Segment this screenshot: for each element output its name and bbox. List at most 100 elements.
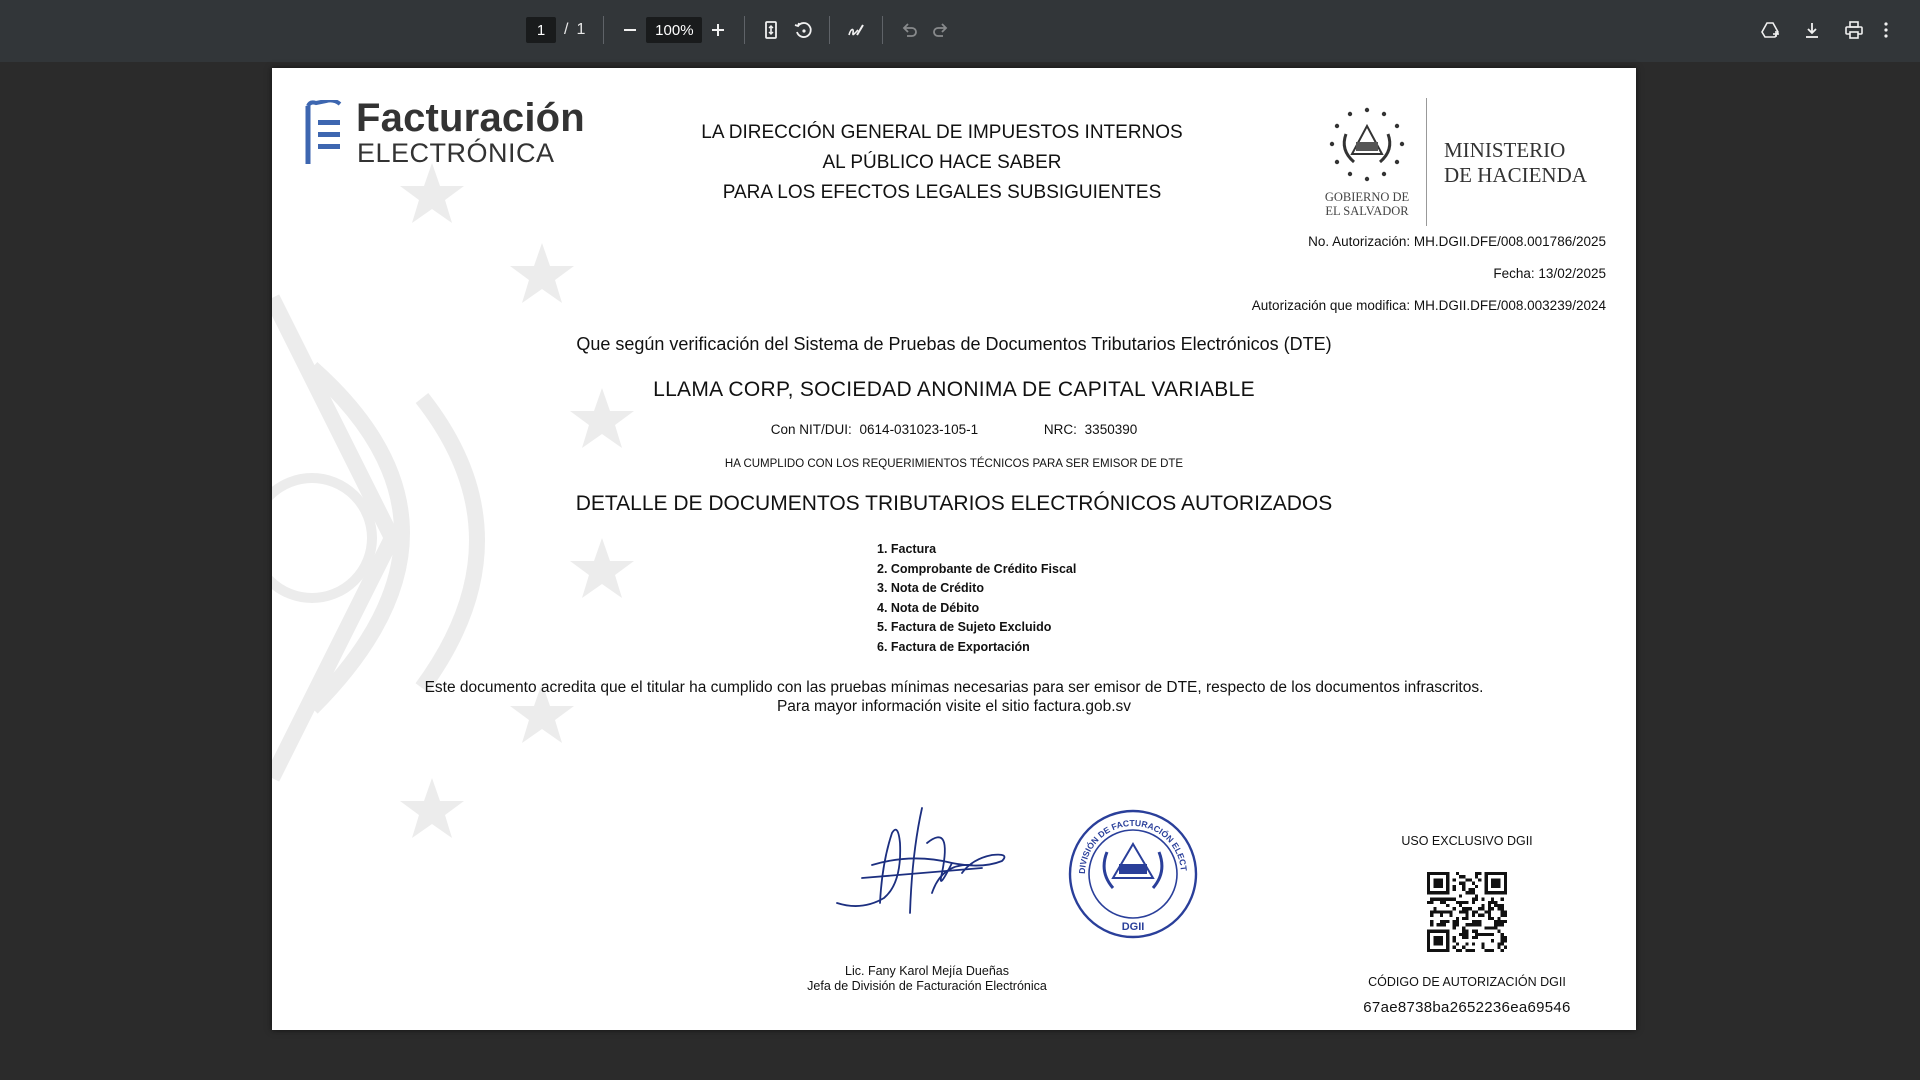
qr-module (1500, 904, 1504, 908)
qr-module (1462, 929, 1466, 933)
save-to-drive-button[interactable] (1754, 15, 1786, 45)
qr-module (1449, 910, 1453, 914)
qr-module (1497, 916, 1501, 920)
qr-module (1452, 884, 1456, 888)
qr-module (1471, 936, 1475, 940)
qr-module (1500, 913, 1504, 917)
toolbar-divider (603, 16, 605, 44)
nit-value: 0614-031023-105-1 (859, 422, 979, 437)
qr-module (1468, 923, 1472, 927)
qr-module (1484, 910, 1488, 914)
redo-button[interactable] (925, 15, 957, 45)
qr-module (1446, 904, 1450, 908)
fit-page-button[interactable] (755, 15, 787, 45)
qr-module (1430, 910, 1434, 914)
qr-module (1497, 904, 1501, 908)
stamp-label: DGII (1122, 921, 1145, 933)
annotate-button[interactable] (840, 15, 872, 45)
qr-module (1487, 948, 1491, 952)
qr-module (1475, 910, 1479, 914)
qr-module (1497, 923, 1501, 927)
qr-module (1471, 920, 1475, 924)
qr-module (1478, 920, 1482, 924)
qr-module (1487, 913, 1491, 917)
qr-module (1439, 920, 1443, 924)
qr-module (1478, 907, 1482, 911)
zoom-level-input[interactable]: 100% (646, 17, 703, 43)
qr-module (1465, 900, 1469, 904)
qr-module (1500, 942, 1504, 946)
qr-module (1491, 926, 1495, 930)
qr-module (1455, 942, 1459, 946)
qr-module (1475, 932, 1479, 936)
qr-module (1430, 897, 1434, 901)
total-pages: 1 (576, 21, 586, 38)
draw-icon (848, 24, 865, 36)
authorization-date: Fecha: 13/02/2025 (1493, 266, 1606, 281)
qr-module (1459, 910, 1463, 914)
ministerio-hacienda: MINISTERIO DE HACIENDA (1444, 138, 1587, 188)
qr-module (1497, 945, 1501, 949)
qr-module (1430, 913, 1434, 917)
qr-module (1491, 897, 1495, 901)
verification-text: Que según verificación del Sistema de Pr… (576, 334, 1332, 354)
undo-button[interactable] (893, 15, 925, 45)
qr-module (1439, 913, 1443, 917)
header-line: AL PÚBLICO HACE SABER (822, 152, 1062, 173)
qr-module (1497, 942, 1501, 946)
header-line: PARA LOS EFECTOS LEGALES SUBSIGUIENTES (722, 182, 1162, 203)
qr-module (1500, 897, 1504, 901)
disclaimer: Este documento acredita que el titular h… (272, 678, 1636, 716)
qr-module (1430, 920, 1434, 924)
qr-module (1481, 942, 1485, 946)
rotate-button[interactable] (787, 15, 819, 45)
authorization-number: No. Autorización: MH.DGII.DFE/008.001786… (1308, 234, 1606, 249)
qr-module (1468, 888, 1472, 892)
logo-title: Facturación (356, 96, 585, 140)
qr-module (1443, 923, 1447, 927)
download-button[interactable] (1796, 15, 1828, 45)
qr-module (1497, 929, 1501, 933)
logo-mark-icon (305, 100, 342, 164)
qr-module (1475, 872, 1479, 876)
qr-module (1430, 900, 1434, 904)
qr-module (1462, 936, 1466, 940)
current-page-input[interactable]: 1 (526, 17, 556, 43)
qr-finder-module (1433, 936, 1443, 946)
qr-module (1503, 945, 1507, 949)
qr-finder-module (1433, 878, 1443, 888)
qr-module (1462, 932, 1466, 936)
qr-module (1503, 939, 1507, 943)
toolbar-divider (882, 16, 884, 44)
auth-code-label: CÓDIGO DE AUTORIZACIÓN DGII (1368, 975, 1566, 989)
company-name: LLAMA CORP, SOCIEDAD ANONIMA DE CAPITAL … (653, 378, 1255, 401)
more-options-button[interactable] (1876, 15, 1896, 45)
qr-module (1494, 926, 1498, 930)
qr-module (1430, 923, 1434, 927)
qr-module (1487, 907, 1491, 911)
qr-module (1478, 913, 1482, 917)
qr-module (1475, 920, 1479, 924)
qr-module (1471, 923, 1475, 927)
qr-module (1500, 910, 1504, 914)
qr-module (1500, 948, 1504, 952)
qr-module (1459, 948, 1463, 952)
qr-module (1487, 910, 1491, 914)
zoom-in-button[interactable] (702, 15, 734, 45)
minus-icon (624, 29, 637, 31)
qr-module (1475, 936, 1479, 940)
qr-module (1494, 904, 1498, 908)
qr-module (1478, 923, 1482, 927)
print-button[interactable] (1838, 15, 1870, 45)
qr-module (1487, 926, 1491, 930)
qr-module (1471, 910, 1475, 914)
qr-module (1468, 948, 1472, 952)
qr-module (1465, 936, 1469, 940)
zoom-out-button[interactable] (614, 15, 646, 45)
qr-module (1491, 907, 1495, 911)
qr-module (1459, 904, 1463, 908)
list-item: 5. Factura de Sujeto Excluido (877, 620, 1052, 634)
qr-module (1468, 891, 1472, 895)
ministry-line: MINISTERIO (1444, 138, 1566, 162)
requirements-text: HA CUMPLIDO CON LOS REQUERIMIENTOS TÉCNI… (724, 458, 1184, 470)
